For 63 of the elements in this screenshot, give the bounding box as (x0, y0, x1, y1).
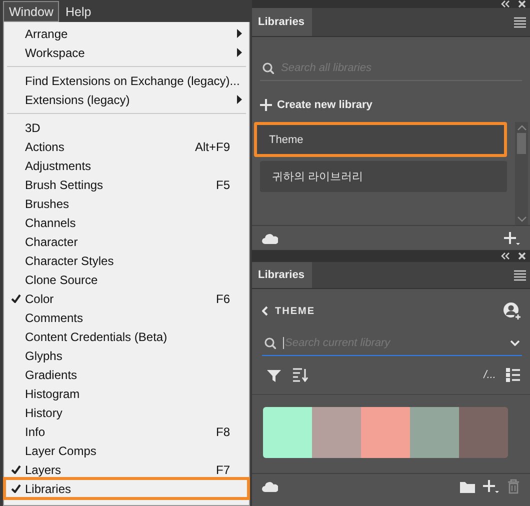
back-icon (262, 306, 268, 316)
collapse-icon[interactable] (501, 252, 510, 260)
menu-item[interactable]: History (5, 403, 248, 422)
scrollbar[interactable] (515, 122, 528, 225)
scroll-down-icon[interactable] (516, 216, 526, 222)
cloud-icon[interactable] (262, 480, 278, 492)
menu-icon[interactable] (514, 270, 526, 280)
menu-item[interactable]: Comments (5, 308, 248, 327)
menu-item[interactable]: Extensions (legacy) (5, 90, 248, 109)
menu-item[interactable]: Arrange (5, 24, 248, 43)
text-cursor (283, 337, 284, 349)
menu-item[interactable]: Workspace (5, 43, 248, 62)
menu-item[interactable]: Channels (5, 213, 248, 232)
menu-item[interactable]: Adjustments (5, 156, 248, 175)
search-icon (262, 62, 274, 74)
color-swatch[interactable] (459, 407, 508, 458)
add-icon[interactable] (483, 480, 499, 492)
menu-item[interactable]: Find Extensions on Exchange (legacy)... (5, 71, 248, 90)
color-swatch[interactable] (410, 407, 459, 458)
menu-item[interactable]: 3D (5, 118, 248, 137)
cloud-icon[interactable] (262, 232, 278, 244)
chevron-down-icon (510, 340, 520, 346)
menu-item[interactable]: Brushes (5, 194, 248, 213)
folder-icon[interactable] (460, 480, 475, 492)
menu-item[interactable]: Color F6 (5, 289, 248, 308)
collapse-icon[interactable] (501, 0, 510, 8)
panel-tab[interactable]: Libraries (252, 8, 312, 36)
search-icon (264, 337, 276, 349)
menu-item[interactable]: Info F8 (5, 422, 248, 441)
close-icon[interactable] (518, 0, 526, 8)
library-item[interactable]: 귀하의 라이브러리 (260, 161, 507, 192)
view-toggle[interactable]: /... (484, 369, 496, 381)
color-swatch[interactable] (312, 407, 361, 458)
menu-bar-item[interactable]: Help (59, 1, 98, 22)
add-icon[interactable] (504, 232, 520, 244)
list-view-icon[interactable] (506, 368, 520, 382)
menu-item[interactable]: Glyphs (5, 346, 248, 365)
scrollbar-thumb[interactable] (517, 133, 526, 154)
menu-item[interactable]: Histogram (5, 384, 248, 403)
color-swatch[interactable] (263, 407, 312, 458)
back-button[interactable]: THEME (262, 306, 315, 316)
menu-bar-item[interactable]: Window (3, 1, 60, 22)
menu-item[interactable]: Layers F7 (5, 460, 248, 479)
filter-icon[interactable] (267, 368, 281, 382)
menu-icon[interactable] (514, 16, 526, 28)
menu-item[interactable]: Brush Settings F5 (5, 175, 248, 194)
sort-icon[interactable] (293, 368, 308, 382)
menu-item[interactable]: Actions Alt+F9 (5, 137, 248, 156)
person-add-icon[interactable] (503, 302, 522, 320)
library-item[interactable]: Theme (254, 122, 507, 157)
create-library-button[interactable]: Create new library (260, 99, 372, 111)
close-icon[interactable] (518, 252, 526, 260)
plus-icon (260, 99, 272, 111)
menu-item[interactable]: Character Styles (5, 251, 248, 270)
panel-tab[interactable]: Libraries (252, 262, 312, 288)
menu-item[interactable]: Gradients (5, 365, 248, 384)
color-swatch[interactable] (361, 407, 410, 458)
scroll-up-icon[interactable] (516, 125, 526, 131)
menu-item[interactable]: Libraries (5, 479, 248, 498)
menu-item[interactable]: Clone Source (5, 270, 248, 289)
menu-item[interactable]: Layer Comps (5, 441, 248, 460)
menu-item[interactable]: Content Credentials (Beta) (5, 327, 248, 346)
menu-item[interactable]: Character (5, 232, 248, 251)
